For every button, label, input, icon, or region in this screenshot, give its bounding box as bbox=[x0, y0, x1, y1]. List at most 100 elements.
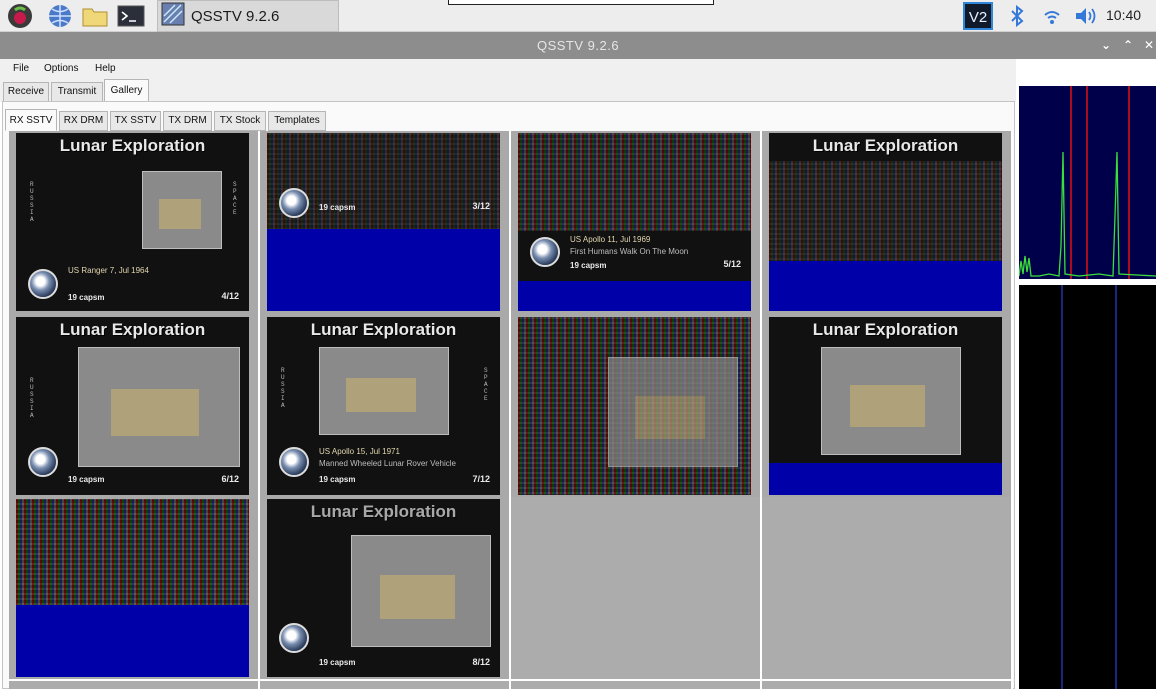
active-app-task-button[interactable]: QSSTV 9.2.6 bbox=[157, 0, 339, 32]
wifi-icon[interactable] bbox=[1038, 2, 1066, 30]
side-text-left: RUSSIA bbox=[30, 181, 34, 223]
image-title: Lunar Exploration bbox=[310, 502, 457, 521]
sstv-image-thumbnail[interactable]: Lunar Exploration RUSSIA 19 capsm 6/12 bbox=[16, 317, 249, 495]
gallery-cell[interactable]: Lunar Exploration RUSSIA 19 capsm 6/12 bbox=[9, 315, 258, 497]
image-ttl: 19 capsm bbox=[319, 658, 356, 667]
tab-receive[interactable]: Receive bbox=[3, 82, 49, 102]
gallery-cell-empty[interactable] bbox=[9, 681, 258, 689]
gallery-cell[interactable]: Lunar Exploration RUSSIA SPACE US Ranger… bbox=[9, 131, 258, 315]
mission-logo bbox=[28, 269, 58, 299]
image-blue-band bbox=[518, 281, 751, 311]
gallery-cell-empty[interactable] bbox=[260, 681, 509, 689]
gallery-cell[interactable]: Lunar Exploration 19 capsm 8/12 bbox=[260, 497, 509, 679]
qsstv-app-icon bbox=[161, 2, 185, 30]
image-photo bbox=[142, 171, 222, 249]
gallery-cell-empty[interactable] bbox=[762, 497, 1011, 679]
image-count: 3/12 bbox=[472, 201, 490, 211]
image-count: 5/12 bbox=[723, 259, 741, 269]
tab-rx-drm[interactable]: RX DRM bbox=[59, 111, 108, 131]
gallery-grid: Lunar Exploration RUSSIA SPACE US Ranger… bbox=[9, 131, 1013, 689]
tab-gallery[interactable]: Gallery bbox=[104, 79, 149, 102]
tab-rx-sstv[interactable]: RX SSTV bbox=[5, 109, 57, 131]
gallery-cell[interactable]: US Apollo 11, Jul 1969 First Humans Walk… bbox=[511, 131, 760, 315]
side-text-right: SPACE bbox=[233, 181, 237, 216]
gallery-cell[interactable] bbox=[9, 497, 258, 679]
main-tab-bar: Receive Transmit Gallery bbox=[0, 79, 1016, 102]
image-caption: US Apollo 11, Jul 1969 bbox=[570, 235, 651, 244]
gallery-cell-empty[interactable] bbox=[511, 681, 760, 689]
sstv-image-thumbnail[interactable]: Lunar Exploration RUSSIA SPACE US Apollo… bbox=[267, 317, 500, 495]
gallery-cell-empty[interactable] bbox=[762, 681, 1011, 689]
sstv-image-thumbnail[interactable] bbox=[518, 317, 751, 495]
image-count: 4/12 bbox=[221, 291, 239, 301]
gallery-cell[interactable]: Lunar Exploration RUSSIA SPACE US Apollo… bbox=[260, 315, 509, 497]
gallery-cell[interactable]: Lunar Exploration bbox=[762, 315, 1011, 497]
menu-help[interactable]: Help bbox=[95, 63, 116, 74]
gallery-cell[interactable]: Lunar Exploration bbox=[762, 131, 1011, 315]
image-caption: US Ranger 7, Jul 1964 bbox=[68, 266, 149, 275]
desktop: QSSTV 9.2.6 V2 10:40 QSSTV 9.2.6 ⌄ ⌃ ✕ F… bbox=[0, 0, 1156, 689]
mission-logo bbox=[279, 447, 309, 477]
gallery-cell[interactable] bbox=[511, 315, 760, 497]
clock: 10:40 bbox=[1106, 7, 1142, 23]
menu-options[interactable]: Options bbox=[44, 63, 78, 74]
tab-tx-sstv[interactable]: TX SSTV bbox=[110, 111, 161, 131]
image-count: 8/12 bbox=[472, 657, 490, 667]
image-ttl: 19 capsm bbox=[570, 261, 607, 270]
image-caption: US Apollo 15, Jul 1971 bbox=[319, 447, 400, 456]
bluetooth-icon[interactable] bbox=[1003, 2, 1031, 30]
taskbar-blank-box bbox=[448, 0, 714, 5]
waterfall-display[interactable] bbox=[1019, 285, 1156, 689]
volume-icon[interactable] bbox=[1072, 2, 1100, 30]
close-icon[interactable]: ✕ bbox=[1141, 37, 1156, 53]
sstv-image-thumbnail[interactable]: Lunar Exploration bbox=[769, 317, 1002, 495]
image-blue-band bbox=[267, 229, 500, 311]
image-blue-band bbox=[16, 605, 249, 677]
side-text-left: RUSSIA bbox=[30, 377, 34, 419]
image-photo bbox=[351, 535, 491, 647]
image-noise bbox=[518, 133, 751, 231]
image-ttl: 19 capsm bbox=[68, 293, 105, 302]
image-photo bbox=[821, 347, 961, 455]
gallery-cell-empty[interactable] bbox=[511, 497, 760, 679]
web-browser-icon[interactable] bbox=[46, 2, 74, 30]
image-photo bbox=[608, 357, 738, 467]
tab-templates[interactable]: Templates bbox=[268, 111, 326, 131]
sstv-image-thumbnail[interactable]: 19 capsm 3/12 bbox=[267, 133, 500, 311]
menu-file[interactable]: File bbox=[13, 63, 29, 74]
maximize-icon[interactable]: ⌃ bbox=[1120, 37, 1136, 53]
minimize-icon[interactable]: ⌄ bbox=[1098, 37, 1114, 53]
image-ttl: 19 capsm bbox=[319, 203, 356, 212]
file-manager-icon[interactable] bbox=[81, 2, 109, 30]
side-text-left: RUSSIA bbox=[281, 367, 285, 409]
image-caption-secondary: First Humans Walk On The Moon bbox=[570, 247, 689, 256]
taskbar: QSSTV 9.2.6 V2 10:40 bbox=[0, 0, 1156, 32]
image-count: 7/12 bbox=[472, 474, 490, 484]
raspberry-menu-icon[interactable] bbox=[6, 2, 34, 30]
tab-tx-drm[interactable]: TX DRM bbox=[163, 111, 212, 131]
terminal-icon[interactable] bbox=[117, 2, 145, 30]
image-blue-band bbox=[769, 463, 1002, 495]
window-titlebar[interactable]: QSSTV 9.2.6 ⌄ ⌃ ✕ bbox=[0, 32, 1156, 59]
sstv-image-thumbnail[interactable]: Lunar Exploration RUSSIA SPACE US Ranger… bbox=[16, 133, 249, 311]
image-ttl: 19 capsm bbox=[68, 475, 105, 484]
sstv-image-thumbnail[interactable]: US Apollo 11, Jul 1969 First Humans Walk… bbox=[518, 133, 751, 311]
svg-text:V2: V2 bbox=[969, 9, 987, 26]
image-noise bbox=[769, 161, 1002, 261]
image-title: Lunar Exploration bbox=[59, 136, 206, 155]
tab-tx-stock[interactable]: TX Stock bbox=[214, 111, 266, 131]
spectrum-display[interactable] bbox=[1018, 86, 1156, 279]
image-title: Lunar Exploration bbox=[59, 320, 206, 339]
side-text-right: SPACE bbox=[484, 367, 488, 402]
sstv-image-thumbnail[interactable] bbox=[16, 499, 249, 677]
image-noise bbox=[16, 499, 249, 606]
image-count: 6/12 bbox=[221, 474, 239, 484]
sstv-image-thumbnail[interactable]: Lunar Exploration 19 capsm 8/12 bbox=[267, 499, 500, 677]
mission-logo bbox=[279, 623, 309, 653]
image-caption-secondary: Manned Wheeled Lunar Rover Vehicle bbox=[319, 459, 456, 468]
image-title: Lunar Exploration bbox=[812, 136, 959, 155]
sstv-image-thumbnail[interactable]: Lunar Exploration bbox=[769, 133, 1002, 311]
gallery-cell[interactable]: 19 capsm 3/12 bbox=[260, 131, 509, 315]
tab-transmit[interactable]: Transmit bbox=[51, 82, 103, 102]
vnc-icon[interactable]: V2 bbox=[962, 2, 994, 30]
